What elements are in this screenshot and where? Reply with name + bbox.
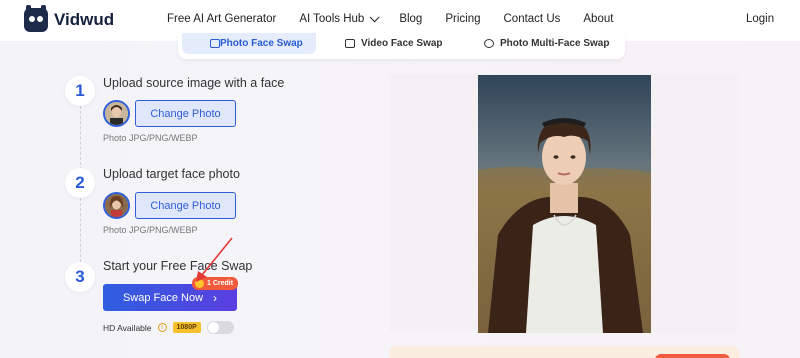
- robot-logo-icon: [24, 5, 48, 32]
- target-face-thumbnail[interactable]: [103, 192, 130, 219]
- multi-face-icon: [484, 39, 494, 48]
- preview-photo: [478, 75, 651, 333]
- hd-resolution-badge: 1080P: [172, 322, 201, 333]
- change-source-photo-button[interactable]: Change Photo: [135, 100, 236, 127]
- step-connector: [80, 198, 81, 262]
- step-3-title: Start your Free Face Swap: [103, 259, 253, 273]
- login-link[interactable]: Login: [746, 13, 774, 25]
- change-target-photo-button[interactable]: Change Photo: [135, 192, 236, 219]
- brand-name: Vidwud: [54, 10, 115, 29]
- source-format-hint: Photo JPG/PNG/WEBP: [103, 133, 198, 143]
- nav-about[interactable]: About: [583, 13, 613, 25]
- tab-video-face-swap[interactable]: Video Face Swap: [345, 33, 443, 54]
- toggle-knob: [207, 322, 219, 333]
- step-connector: [80, 106, 81, 170]
- step-1-number: 1: [65, 76, 95, 106]
- hd-option-row: HD Available i 1080P: [103, 321, 234, 334]
- swap-face-now-label: Swap Face Now: [122, 291, 204, 304]
- tab-photo-face-swap[interactable]: Photo Face Swap: [182, 33, 316, 54]
- brand-logo[interactable]: Vidwud: [24, 5, 115, 32]
- nav-ai-tools-hub-label: AI Tools Hub: [299, 13, 365, 25]
- target-format-hint: Photo JPG/PNG/WEBP: [103, 225, 198, 235]
- step-1-title: Upload source image with a face: [103, 76, 285, 90]
- nav-blog[interactable]: Blog: [399, 13, 422, 25]
- swap-mode-tabs: Photo Face Swap Video Face Swap Photo Mu…: [178, 33, 625, 59]
- hd-available-label: HD Available: [103, 322, 152, 333]
- tab-video-face-swap-label: Video Face Swap: [361, 38, 443, 49]
- chevron-right-icon: ›: [213, 290, 218, 305]
- photo-icon: [210, 39, 220, 48]
- source-image-thumbnail[interactable]: [103, 100, 130, 127]
- nav-contact-us[interactable]: Contact Us: [504, 13, 561, 25]
- chevron-down-icon: [369, 11, 380, 22]
- nav-ai-art-generator[interactable]: Free AI Art Generator: [167, 13, 276, 25]
- nav-ai-tools-hub[interactable]: AI Tools Hub: [299, 11, 380, 25]
- step-3-number: 3: [65, 262, 95, 292]
- video-icon: [345, 39, 355, 48]
- coin-icon: [195, 279, 204, 288]
- tab-multi-face-swap[interactable]: Photo Multi-Face Swap: [484, 33, 609, 54]
- step-2-title: Upload target face photo: [103, 167, 240, 181]
- hd-toggle[interactable]: [206, 321, 234, 334]
- step-2-number: 2: [65, 168, 95, 198]
- tab-photo-face-swap-label: Photo Face Swap: [220, 38, 303, 49]
- info-icon[interactable]: i: [157, 323, 167, 332]
- nav-pricing[interactable]: Pricing: [445, 13, 480, 25]
- main-nav: Free AI Art Generator AI Tools Hub Blog …: [167, 11, 636, 25]
- credit-badge-label: 1 Credit: [207, 280, 234, 287]
- tab-multi-face-swap-label: Photo Multi-Face Swap: [500, 38, 610, 49]
- credit-badge: 1 Credit: [192, 277, 239, 290]
- lower-card-button[interactable]: [655, 354, 730, 358]
